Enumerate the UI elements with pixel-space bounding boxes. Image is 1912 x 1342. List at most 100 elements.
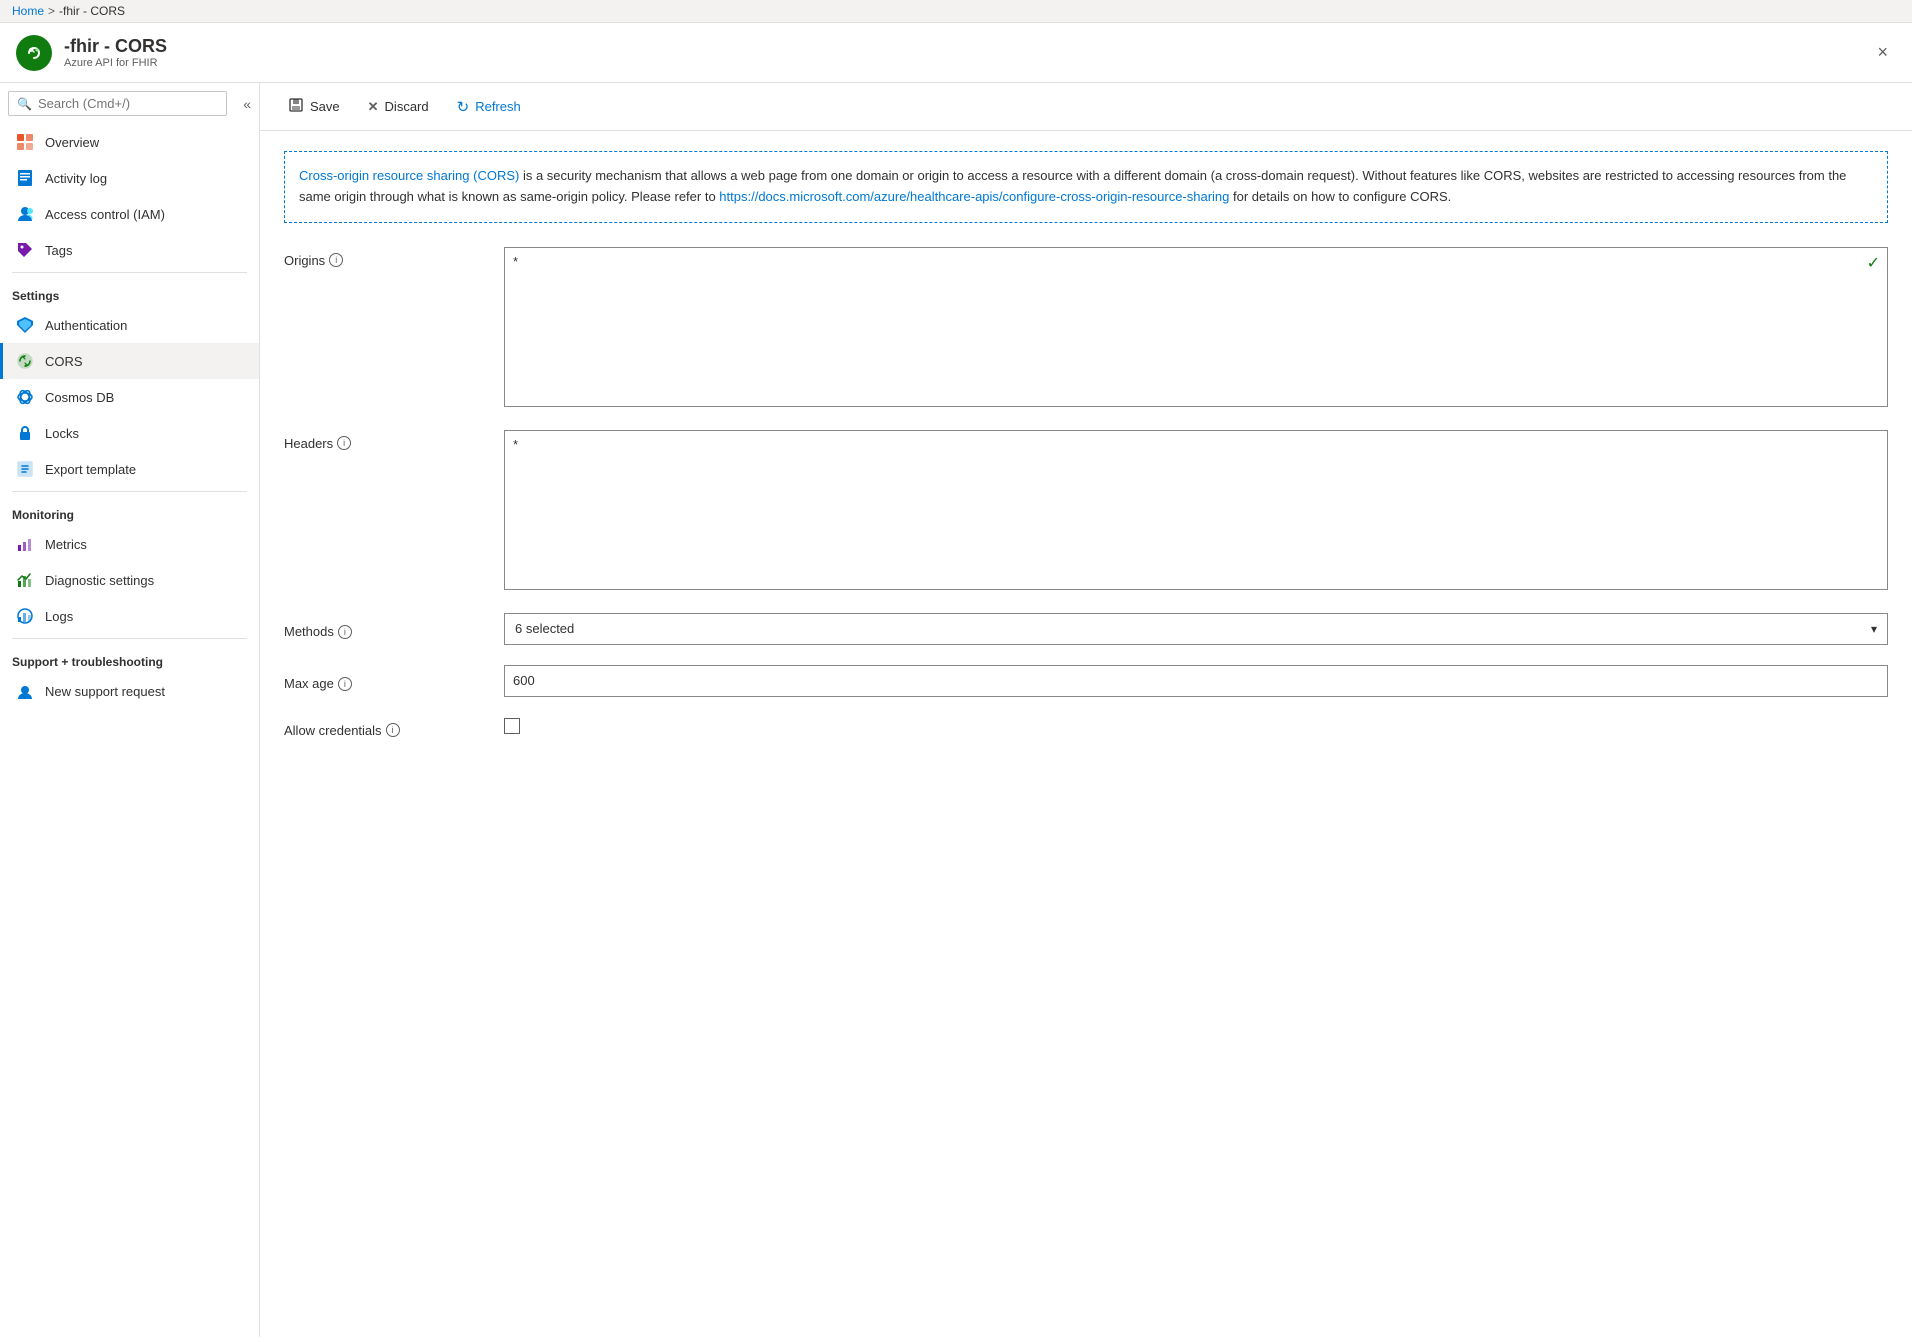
- search-box[interactable]: 🔍: [8, 91, 227, 116]
- methods-control: 6 selected ▾: [504, 613, 1888, 645]
- page-content: Cross-origin resource sharing (CORS) is …: [260, 131, 1912, 1337]
- origins-row: Origins i * ✓: [284, 247, 1888, 410]
- breadcrumb: Home > -fhir - CORS: [0, 0, 1912, 23]
- origins-control: * ✓: [504, 247, 1888, 410]
- maxage-row: Max age i: [284, 665, 1888, 697]
- sidebar-item-cors[interactable]: CORS: [0, 343, 259, 379]
- monitoring-divider: [12, 491, 247, 492]
- top-bar-left: -fhir - CORS Azure API for FHIR: [16, 35, 167, 71]
- overview-icon: [15, 132, 35, 152]
- sidebar-item-logs[interactable]: Logs: [0, 598, 259, 634]
- app-title-group: -fhir - CORS Azure API for FHIR: [64, 36, 167, 69]
- access-control-icon: [15, 204, 35, 224]
- authentication-label: Authentication: [45, 318, 127, 333]
- cosmos-db-icon: [15, 387, 35, 407]
- toolbar: Save ✕ Discard ↻ Refresh: [260, 83, 1912, 131]
- search-input[interactable]: [38, 96, 218, 111]
- locks-label: Locks: [45, 426, 79, 441]
- settings-divider: [12, 272, 247, 273]
- origins-textarea[interactable]: *: [504, 247, 1888, 407]
- new-support-request-icon: [15, 681, 35, 701]
- sidebar-item-diagnostic-settings[interactable]: Diagnostic settings: [0, 562, 259, 598]
- refresh-button[interactable]: ↻ Refresh: [445, 92, 533, 122]
- sidebar: 🔍 « Overview Activity log: [0, 83, 260, 1337]
- breadcrumb-separator: >: [48, 4, 55, 18]
- activity-log-label: Activity log: [45, 171, 107, 186]
- sidebar-item-new-support-request[interactable]: New support request: [0, 673, 259, 709]
- tags-icon: [15, 240, 35, 260]
- methods-row: Methods i 6 selected ▾: [284, 613, 1888, 645]
- breadcrumb-current: -fhir - CORS: [59, 4, 125, 18]
- diagnostic-settings-label: Diagnostic settings: [45, 573, 154, 588]
- allowcredentials-checkbox[interactable]: [504, 718, 520, 734]
- content-area: Save ✕ Discard ↻ Refresh Cross-origin re…: [260, 83, 1912, 1337]
- sidebar-item-access-control[interactable]: Access control (IAM): [0, 196, 259, 232]
- docs-link[interactable]: https://docs.microsoft.com/azure/healthc…: [719, 189, 1229, 204]
- origins-valid-icon: ✓: [1867, 253, 1880, 273]
- maxage-input[interactable]: [504, 665, 1888, 697]
- methods-value: 6 selected: [515, 621, 574, 636]
- activity-log-icon: [15, 168, 35, 188]
- allowcredentials-label: Allow credentials i: [284, 717, 484, 738]
- sidebar-item-authentication[interactable]: Authentication: [0, 307, 259, 343]
- maxage-label: Max age i: [284, 670, 484, 691]
- nav-top-items: Overview Activity log Access control (IA…: [0, 124, 259, 268]
- save-button[interactable]: Save: [276, 91, 352, 122]
- allowcredentials-control: [504, 718, 1888, 737]
- breadcrumb-home[interactable]: Home: [12, 4, 44, 18]
- origins-textarea-wrapper: * ✓: [504, 247, 1888, 410]
- cosmos-db-label: Cosmos DB: [45, 390, 114, 405]
- support-items: New support request: [0, 673, 259, 709]
- sidebar-item-locks[interactable]: Locks: [0, 415, 259, 451]
- metrics-icon: [15, 534, 35, 554]
- origins-info-icon[interactable]: i: [329, 253, 343, 267]
- headers-info-icon[interactable]: i: [337, 436, 351, 450]
- monitoring-section-label: Monitoring: [0, 496, 259, 526]
- methods-chevron-icon: ▾: [1871, 622, 1877, 636]
- headers-textarea[interactable]: *: [504, 430, 1888, 590]
- main-layout: 🔍 « Overview Activity log: [0, 83, 1912, 1337]
- close-button[interactable]: ×: [1869, 38, 1896, 67]
- authentication-icon: [15, 315, 35, 335]
- sidebar-item-tags[interactable]: Tags: [0, 232, 259, 268]
- origins-label: Origins i: [284, 247, 484, 268]
- monitoring-items: Metrics Diagnostic settings Logs: [0, 526, 259, 634]
- allowcredentials-row: Allow credentials i: [284, 717, 1888, 738]
- metrics-label: Metrics: [45, 537, 87, 552]
- cors-icon: [15, 351, 35, 371]
- discard-icon: ✕: [368, 99, 379, 115]
- discard-label: Discard: [385, 99, 429, 114]
- methods-select[interactable]: 6 selected ▾: [504, 613, 1888, 645]
- description-box: Cross-origin resource sharing (CORS) is …: [284, 151, 1888, 223]
- logs-label: Logs: [45, 609, 73, 624]
- allowcredentials-info-icon[interactable]: i: [386, 723, 400, 737]
- sidebar-item-cosmos-db[interactable]: Cosmos DB: [0, 379, 259, 415]
- overview-label: Overview: [45, 135, 99, 150]
- support-section-label: Support + troubleshooting: [0, 643, 259, 673]
- sidebar-item-metrics[interactable]: Metrics: [0, 526, 259, 562]
- methods-info-icon[interactable]: i: [338, 625, 352, 639]
- collapse-sidebar-button[interactable]: «: [239, 92, 255, 116]
- methods-label: Methods i: [284, 618, 484, 639]
- refresh-label: Refresh: [475, 99, 521, 114]
- app-subtitle: Azure API for FHIR: [64, 57, 167, 69]
- export-template-icon: [15, 459, 35, 479]
- new-support-request-label: New support request: [45, 684, 165, 699]
- sidebar-item-activity-log[interactable]: Activity log: [0, 160, 259, 196]
- save-label: Save: [310, 99, 340, 114]
- maxage-info-icon[interactable]: i: [338, 677, 352, 691]
- cors-label: CORS: [45, 354, 83, 369]
- sidebar-item-export-template[interactable]: Export template: [0, 451, 259, 487]
- diagnostic-settings-icon: [15, 570, 35, 590]
- discard-button[interactable]: ✕ Discard: [356, 93, 441, 121]
- app-icon: [16, 35, 52, 71]
- tags-label: Tags: [45, 243, 72, 258]
- sidebar-item-overview[interactable]: Overview: [0, 124, 259, 160]
- app-title: -fhir - CORS: [64, 36, 167, 57]
- settings-items: Authentication CORS Cosmos DB Locks: [0, 307, 259, 487]
- refresh-icon: ↻: [457, 98, 470, 116]
- export-template-label: Export template: [45, 462, 136, 477]
- cors-link[interactable]: Cross-origin resource sharing (CORS): [299, 168, 519, 183]
- description-suffix: for details on how to configure CORS.: [1229, 189, 1451, 204]
- headers-label: Headers i: [284, 430, 484, 451]
